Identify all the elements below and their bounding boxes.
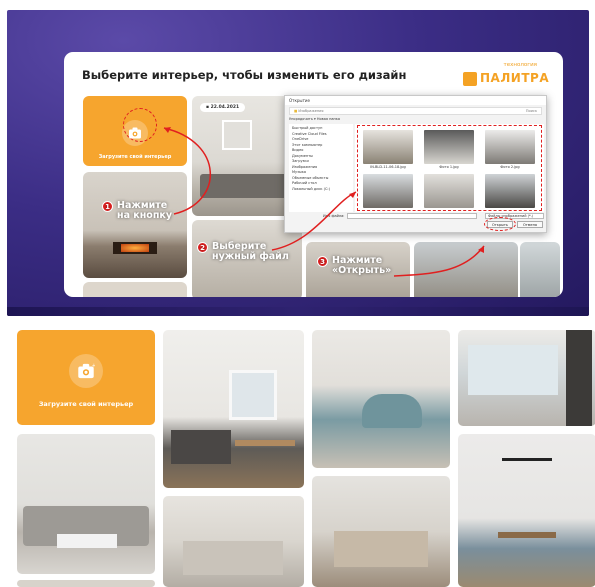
interior-photo-kitchen[interactable] (163, 330, 304, 488)
interior-photo-bedroom-light[interactable] (163, 496, 304, 587)
upload-interior-label: Загрузите свой интерьер (38, 400, 134, 408)
instruction-banner: Выберите интерьер, чтобы изменить его ди… (7, 10, 589, 316)
arrow-to-upload (163, 127, 211, 215)
instruction-card: Выберите интерьер, чтобы изменить его ди… (64, 52, 563, 297)
interior-photo-balcony[interactable] (458, 330, 595, 426)
arrowhead-icon (349, 192, 356, 198)
camera-icon: + (69, 354, 103, 388)
interior-photo-dining[interactable] (458, 434, 595, 587)
arrow-to-files (271, 191, 357, 251)
svg-text:+: + (92, 363, 95, 369)
interior-photo-partial[interactable] (17, 580, 155, 587)
interior-photo-beige-bedroom[interactable] (312, 476, 450, 587)
interior-photo-teal-bedroom[interactable] (312, 330, 450, 468)
upload-interior-tile[interactable]: + Загрузите свой интерьер (17, 330, 155, 425)
instruction-arrows (163, 127, 485, 277)
arrow-to-open (393, 245, 485, 277)
interior-photo-living-room[interactable] (17, 434, 155, 574)
banner-stripe (7, 307, 589, 316)
